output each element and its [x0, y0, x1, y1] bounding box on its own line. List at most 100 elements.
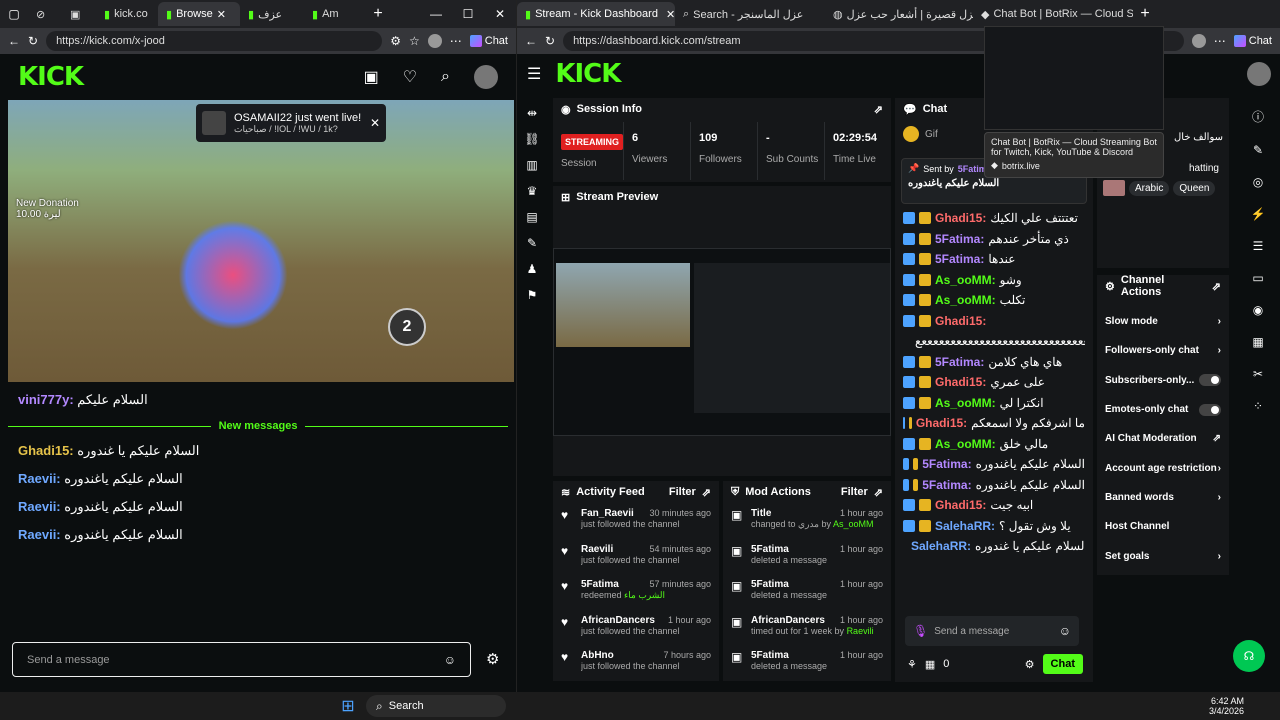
chat-user[interactable]: Ghadi15: [935, 211, 986, 225]
chat-input[interactable]: Send a message ☺ [12, 642, 471, 677]
heart-icon[interactable]: ♡ [403, 67, 417, 87]
kick-logo[interactable]: KICK [18, 62, 84, 92]
popout-icon[interactable]: ⇗ [874, 486, 883, 499]
stream-icon[interactable]: ▣ [364, 67, 379, 87]
chat-bubble-icon[interactable]: ▭ [1252, 271, 1263, 285]
mod-item[interactable]: ▣ 5Fatima 1 hour ago deleted a message [723, 645, 891, 681]
hamburger-icon[interactable]: ☰ [527, 64, 541, 84]
action-row[interactable]: Set goals › [1097, 541, 1229, 570]
mod-item[interactable]: ▣ AfricanDancers 1 hour ago timed out for 1… [723, 610, 891, 646]
layout-icon[interactable]: ▦ [1252, 335, 1263, 349]
item-user[interactable]: 5Fatima [581, 579, 649, 590]
emoji-icon[interactable]: ☺ [1059, 624, 1071, 638]
close-icon[interactable]: ✕ [666, 8, 675, 21]
item-user[interactable]: AfricanDancers [751, 615, 840, 626]
desc-extra[interactable]: As_ooMM [833, 519, 874, 529]
broadcast-icon[interactable]: ◉ [1253, 303, 1263, 317]
mod-item[interactable]: ▣ 5Fatima 1 hour ago deleted a message [723, 574, 891, 610]
right-tab-3[interactable]: ◆Chat Bot | BotRix — Cloud Stre✕ [973, 2, 1133, 26]
tag-chip[interactable]: Queen [1173, 180, 1216, 196]
desc-extra[interactable]: Raevili [847, 626, 874, 636]
close-window-icon[interactable]: ✕ [484, 7, 516, 21]
live-notification[interactable]: OSAMAII22 just went live! صباحيات / !IOL … [196, 104, 386, 142]
edit-icon[interactable]: ✎ [1253, 143, 1263, 157]
back-icon[interactable]: ← [525, 34, 537, 48]
activity-item[interactable]: ♥ AfricanDancers 1 hour ago just followed t… [553, 610, 719, 646]
chat-user[interactable]: As_ooMM: [935, 437, 996, 451]
tag-chip[interactable]: Arabic [1129, 180, 1170, 196]
action-row[interactable]: Emotes-only chat [1097, 395, 1229, 424]
search-icon[interactable]: ⌕ [441, 68, 450, 86]
minimize-icon[interactable]: — [420, 7, 452, 21]
mod-item[interactable]: ▣ Title 1 hour ago changed to مدري by As_oo… [723, 503, 891, 539]
chat-user[interactable]: vini777y: [18, 392, 74, 407]
extensions-icon[interactable]: ⚙ [390, 34, 401, 48]
item-user[interactable]: AfricanDancers [581, 615, 668, 626]
chat-user[interactable]: As_ooMM: [935, 396, 996, 410]
menu-icon[interactable]: ⋯ [1214, 34, 1226, 48]
apps-icon[interactable]: ⁘ [1253, 399, 1263, 413]
list-icon[interactable]: ☰ [1253, 239, 1264, 253]
reload-icon[interactable]: ↻ [545, 34, 555, 48]
close-icon[interactable]: ✕ [217, 8, 226, 21]
star-icon[interactable]: ☆ [409, 34, 420, 48]
users-icon[interactable]: ♟ [527, 262, 538, 276]
chat-user[interactable]: Raevii: [18, 499, 61, 514]
left-tab-3[interactable]: ▮ Am [304, 2, 366, 26]
popout-icon[interactable]: ⇗ [702, 486, 711, 499]
action-row[interactable]: Account age restriction › [1097, 453, 1229, 482]
action-row[interactable]: Slow mode › [1097, 307, 1229, 336]
bolt-icon[interactable]: ⚡ [1251, 207, 1266, 221]
gift-box-icon[interactable]: ▦ [925, 658, 935, 671]
item-user[interactable]: Fan_Raevii [581, 508, 649, 519]
filter-button[interactable]: Filter [841, 486, 868, 498]
settings-gear-icon[interactable]: ⚙ [486, 650, 499, 668]
item-user[interactable]: Raevili [581, 544, 649, 555]
action-row[interactable]: Followers-only chat › [1097, 336, 1229, 365]
close-icon[interactable]: ✕ [370, 116, 380, 130]
toggle-switch[interactable] [1199, 374, 1221, 387]
action-row[interactable]: Banned words › [1097, 483, 1229, 512]
wrench-icon[interactable]: ✎ [527, 236, 537, 250]
tab-blank-1[interactable]: ⊘ [28, 2, 62, 26]
profile-avatar[interactable] [1191, 34, 1206, 48]
chat-user[interactable]: 5Fatima: [935, 355, 984, 369]
item-user[interactable]: Title [751, 508, 840, 519]
item-user[interactable]: 5Fatima [751, 544, 840, 555]
kick-logo[interactable]: KICK [555, 59, 621, 89]
desc-extra[interactable]: الشرب ماء [624, 590, 665, 600]
chat-user[interactable]: Ghadi15: [916, 416, 967, 430]
chat-user[interactable]: Ghadi15: [18, 443, 74, 458]
mod-item[interactable]: ▣ 5Fatima 1 hour ago deleted a message [723, 539, 891, 575]
emoji-icon[interactable]: ☺ [444, 653, 456, 667]
back-icon[interactable]: ← [8, 34, 20, 48]
activity-item[interactable]: ♥ Fan_Raevii 30 minutes ago just followed t… [553, 503, 719, 539]
profile-avatar[interactable] [427, 34, 442, 48]
new-tab-icon[interactable]: + [366, 5, 390, 23]
new-tab-icon[interactable]: + [1133, 5, 1157, 23]
taskbar-clock[interactable]: 6:42 AM 3/4/2026 [1209, 696, 1280, 716]
chat-user[interactable]: SalehaRR: [935, 519, 995, 533]
menu-icon[interactable]: ⋯ [450, 34, 462, 48]
windows-start-icon[interactable]: ⊞ [336, 696, 360, 716]
chat-user[interactable]: 5Fatima: [922, 478, 971, 492]
settings-gear-icon[interactable]: ⚙ [1025, 658, 1035, 671]
action-row[interactable]: Subscribers-only... [1097, 366, 1229, 395]
popout-icon[interactable]: ⇗ [1212, 280, 1221, 293]
filter-button[interactable]: Filter [669, 486, 696, 498]
chat-user[interactable]: SalehaRR: [911, 539, 971, 553]
video-player[interactable]: New Donation ليرة 10.00 2 [8, 100, 514, 382]
item-user[interactable]: 5Fatima [751, 650, 840, 661]
maximize-icon[interactable]: ☐ [452, 7, 484, 21]
reload-icon[interactable]: ↻ [28, 34, 38, 48]
copilot-chat-button[interactable]: Chat [1233, 35, 1272, 47]
new-messages-label[interactable]: New messages [219, 420, 298, 432]
support-button[interactable]: ☊ [1233, 640, 1265, 672]
send-chat-button[interactable]: Chat [1042, 654, 1083, 674]
chat-user[interactable]: 5Fatima: [935, 252, 984, 266]
tools-icon[interactable]: ✂ [1253, 367, 1263, 381]
tab-blank-2[interactable]: ▣ [62, 2, 96, 26]
dashboard-chat-input[interactable]: 🎙 Send a message ☺ [905, 616, 1079, 646]
url-field[interactable]: https://kick.com/x-jood [46, 31, 383, 51]
right-tab-2[interactable]: ◍أبيات عزل قصيرة | أشعار حب عزل [825, 2, 973, 26]
